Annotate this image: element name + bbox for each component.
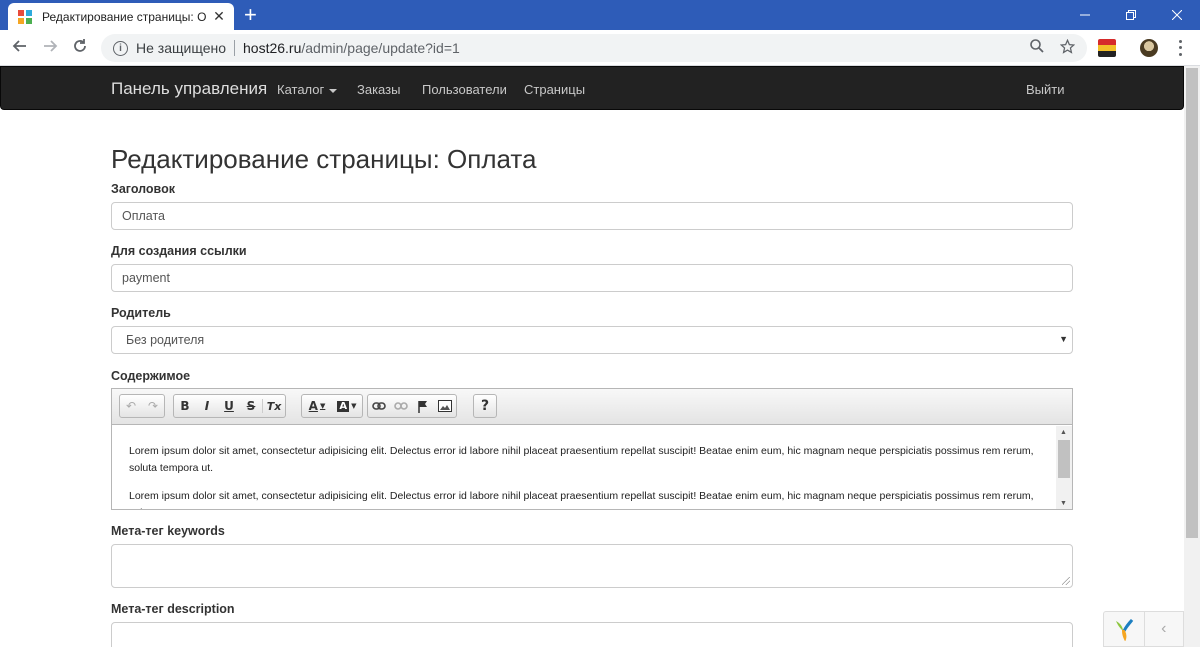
page-viewport: Панель управления Каталог Заказы Пользов…: [0, 66, 1200, 647]
yii-debug-toolbar[interactable]: ‹: [1103, 611, 1184, 647]
undo-icon[interactable]: ↶: [120, 395, 142, 417]
security-status: Не защищено: [136, 40, 226, 56]
parent-select[interactable]: Без родителя ▼: [111, 326, 1073, 354]
page-scrollbar[interactable]: [1184, 66, 1200, 647]
content-label: Содержимое: [111, 369, 191, 383]
chevron-left-icon[interactable]: ‹: [1143, 612, 1184, 646]
page-scroll-thumb[interactable]: [1186, 68, 1198, 538]
title-label: Заголовок: [111, 182, 175, 196]
caret-down-icon: [329, 88, 338, 93]
reload-icon[interactable]: [69, 38, 91, 60]
colors-group: A ▼ A ▼: [301, 394, 363, 418]
nav-item-catalog[interactable]: Каталог: [277, 82, 338, 97]
browser-tab-bar: Редактирование страницы: Опл ✕ +: [0, 0, 1200, 30]
bold-button[interactable]: B: [174, 395, 196, 417]
zoom-icon[interactable]: [1030, 39, 1044, 57]
minimize-icon[interactable]: [1062, 0, 1108, 30]
text-color-button[interactable]: A ▼: [302, 395, 332, 417]
scroll-down-icon[interactable]: ▼: [1060, 500, 1067, 507]
link-icon[interactable]: [368, 395, 390, 417]
dropdown-arrow-icon: ▼: [1059, 334, 1068, 344]
strike-button[interactable]: S: [240, 395, 262, 417]
bg-color-label: A: [337, 400, 350, 412]
editor-paragraph: Lorem ipsum dolor sit amet, consectetur …: [129, 490, 1034, 509]
yii-logo-icon[interactable]: [1104, 612, 1144, 646]
page-title: Редактирование страницы: Оплата: [111, 144, 537, 174]
omnibox-divider: [234, 40, 235, 56]
favicon-icon: [18, 9, 32, 24]
url-path: /admin/page/update?id=1: [301, 40, 460, 56]
description-label: Мета-тег description: [111, 602, 235, 616]
help-button[interactable]: ?: [474, 395, 496, 417]
keywords-label: Мета-тег keywords: [111, 524, 225, 538]
editor-toolbar: ↶ ↷ B I U S Tx A ▼ A ▼ ?: [112, 389, 1072, 425]
star-icon[interactable]: [1059, 38, 1076, 58]
scroll-up-icon[interactable]: ▲: [1060, 429, 1067, 436]
admin-navbar: Панель управления Каталог Заказы Пользов…: [0, 66, 1184, 110]
editor-scroll-thumb[interactable]: [1058, 440, 1070, 478]
slug-input[interactable]: payment: [111, 264, 1073, 292]
info-icon[interactable]: i: [113, 40, 128, 56]
title-input[interactable]: Оплата: [111, 202, 1073, 230]
nav-item-label: Каталог: [277, 82, 325, 97]
resize-handle-icon[interactable]: [1062, 577, 1070, 585]
unlink-icon[interactable]: [390, 395, 412, 417]
menu-icon[interactable]: [1172, 38, 1188, 58]
browser-tab[interactable]: Редактирование страницы: Опл ✕: [8, 3, 234, 30]
parent-label: Родитель: [111, 306, 171, 320]
extension-flag-icon[interactable]: [1098, 39, 1116, 57]
bg-color-button[interactable]: A ▼: [332, 395, 362, 417]
nav-item-orders[interactable]: Заказы: [357, 82, 400, 97]
remove-format-button[interactable]: Tx: [263, 395, 285, 417]
italic-button[interactable]: I: [196, 395, 218, 417]
tab-close-icon[interactable]: ✕: [212, 8, 226, 25]
nav-item-pages[interactable]: Страницы: [524, 82, 585, 97]
keywords-textarea[interactable]: [111, 544, 1073, 588]
anchor-flag-icon[interactable]: [412, 395, 434, 417]
editor-paragraph: Lorem ipsum dolor sit amet, consectetur …: [129, 445, 1034, 474]
close-window-icon[interactable]: [1154, 0, 1200, 30]
basic-styles-group: B I U S Tx: [173, 394, 286, 418]
help-group: ?: [473, 394, 497, 418]
new-tab-button[interactable]: +: [244, 4, 257, 26]
image-icon[interactable]: [434, 395, 456, 417]
rich-text-editor: ↶ ↷ B I U S Tx A ▼ A ▼ ? Lorem ipsum dol…: [111, 388, 1073, 510]
back-icon[interactable]: [9, 38, 31, 60]
undo-redo-group: ↶ ↷: [119, 394, 165, 418]
navbar-brand[interactable]: Панель управления: [111, 79, 267, 99]
browser-toolbar: i Не защищено host26.ru/admin/page/updat…: [0, 30, 1200, 66]
editor-content[interactable]: Lorem ipsum dolor sit amet, consectetur …: [112, 426, 1056, 509]
address-bar[interactable]: i Не защищено host26.ru/admin/page/updat…: [101, 34, 1087, 62]
description-textarea[interactable]: [111, 622, 1073, 647]
tab-title: Редактирование страницы: Опл: [42, 9, 206, 24]
slug-label: Для создания ссылки: [111, 244, 247, 258]
restore-icon[interactable]: [1108, 0, 1154, 30]
parent-select-value: Без родителя: [126, 333, 205, 347]
url-host: host26.ru: [243, 40, 302, 56]
nav-item-users[interactable]: Пользователи: [422, 82, 507, 97]
profile-avatar-icon[interactable]: [1140, 39, 1158, 57]
logout-link[interactable]: Выйти: [1026, 82, 1065, 97]
forward-icon[interactable]: [39, 38, 61, 60]
links-group: [367, 394, 457, 418]
editor-scrollbar[interactable]: ▲ ▼: [1056, 426, 1072, 509]
text-color-label: A: [308, 399, 318, 413]
redo-icon[interactable]: ↷: [142, 395, 164, 417]
underline-button[interactable]: U: [218, 395, 240, 417]
